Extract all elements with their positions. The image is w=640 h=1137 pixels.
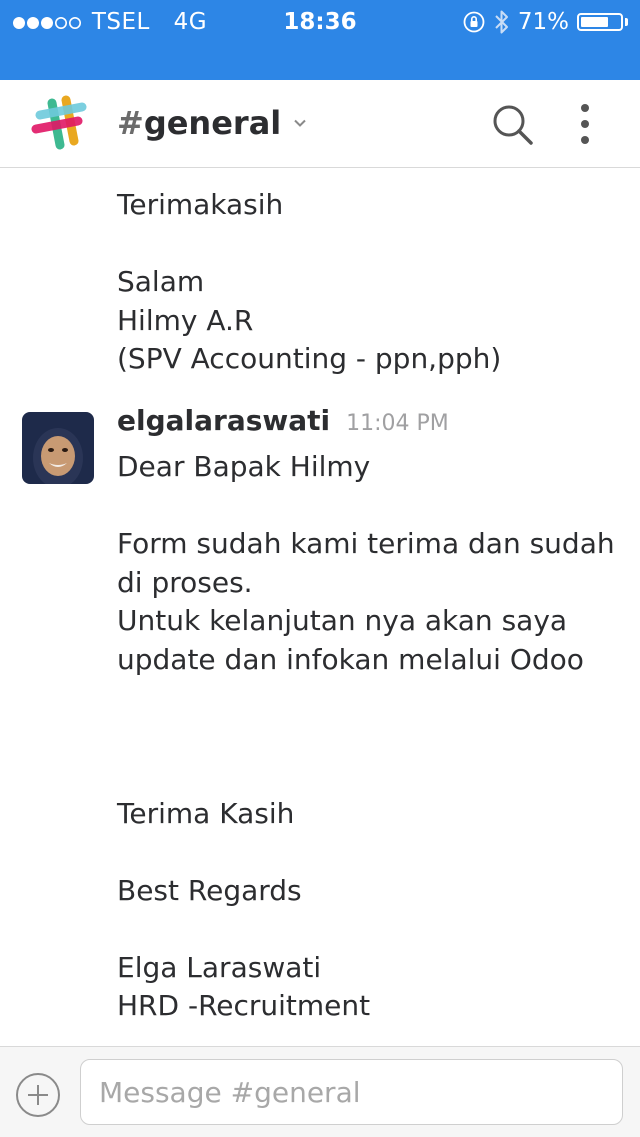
channel-name: general bbox=[143, 104, 282, 142]
avatar[interactable] bbox=[22, 412, 94, 484]
status-right: 71% bbox=[462, 8, 628, 36]
battery-icon bbox=[577, 13, 623, 31]
channel-title[interactable]: # general bbox=[117, 101, 307, 145]
message-input[interactable] bbox=[80, 1059, 623, 1125]
bluetooth-icon bbox=[495, 10, 508, 34]
message-timestamp: 11:04 PM bbox=[346, 411, 449, 436]
chevron-down-icon[interactable] bbox=[293, 116, 307, 130]
message-composer bbox=[0, 1046, 640, 1137]
message-list[interactable]: Terimakasih Salam Hilmy A.R (SPV Account… bbox=[0, 168, 640, 1046]
slack-logo-icon[interactable] bbox=[30, 95, 88, 153]
message-body: Dear Bapak Hilmy Form sudah kami terima … bbox=[117, 450, 615, 1022]
orientation-lock-icon bbox=[463, 11, 485, 33]
add-attachment-icon[interactable] bbox=[15, 1072, 61, 1118]
status-bar: TSEL 4G 18:36 71% bbox=[0, 0, 640, 80]
battery-percent: 71% bbox=[517, 9, 569, 35]
more-options-icon[interactable] bbox=[568, 100, 602, 148]
search-icon[interactable] bbox=[490, 102, 534, 146]
user-avatar-image bbox=[22, 412, 94, 484]
message-header: elgalaraswati 11:04 PM bbox=[117, 404, 449, 448]
battery-fill bbox=[581, 17, 608, 27]
message-body: Terimakasih Salam Hilmy A.R (SPV Account… bbox=[117, 188, 502, 375]
battery-tip bbox=[625, 18, 628, 26]
channel-header: # general bbox=[0, 80, 640, 168]
author-name[interactable]: elgalaraswati bbox=[117, 404, 330, 437]
channel-hash: # bbox=[117, 104, 144, 142]
